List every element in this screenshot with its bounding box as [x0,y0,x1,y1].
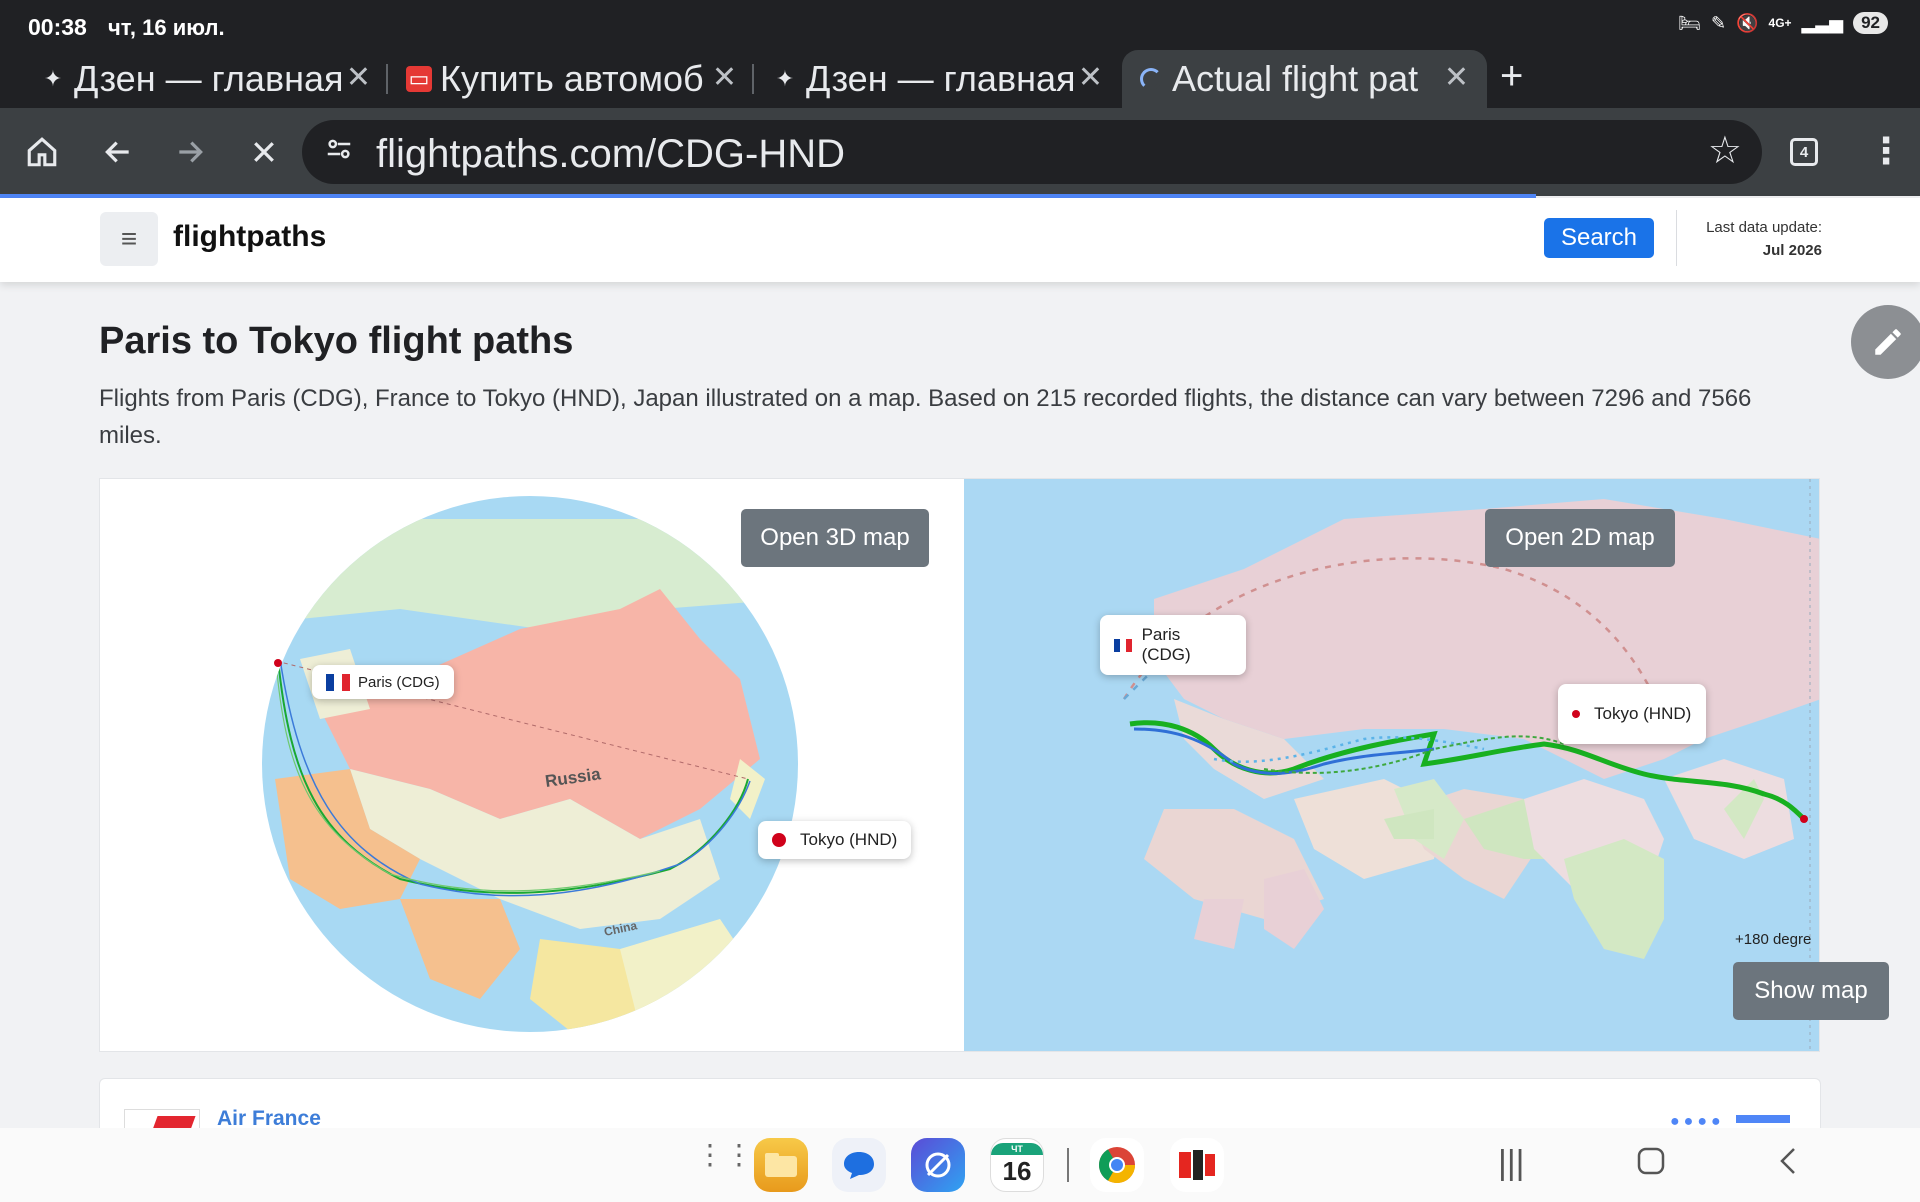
site-logo[interactable]: flightpaths [173,220,326,254]
air-france-logo [124,1109,200,1129]
open-3d-map-button[interactable]: Open 3D map [741,509,929,567]
back-arrow-icon[interactable] [96,130,140,174]
mute-icon: 🔇 [1736,12,1759,33]
paris-callout: Paris (CDG) [312,665,454,699]
close-icon[interactable]: ✕ [712,60,737,95]
bed-icon: 🛏 [1678,12,1702,33]
degree-label: +180 degre [1735,931,1812,948]
paris-dot [274,659,282,667]
pen-icon: ✎ [1711,12,1727,33]
tokyo-label-2d: Tokyo (HND) [1594,704,1692,723]
tokyo-dot [1800,815,1808,823]
new-tab-plus-icon[interactable]: + [1500,54,1523,99]
tokyo-callout: Tokyo (HND) [758,821,912,859]
west-africa-region [1194,899,1244,949]
tab-2[interactable]: ▭ Купить автомоб ✕ [390,50,755,108]
tab-divider [752,64,754,94]
tab-title: Дзен — главная [74,58,342,99]
france-flag-icon [326,673,350,691]
search-button[interactable]: Search [1544,218,1654,258]
more-menu-icon[interactable]: ⋮ [1868,130,1904,172]
map-card: Russia China Paris (CDG) Tokyo (HND) Ope… [99,478,1820,1052]
page-title: Paris to Tokyo flight paths [99,320,574,362]
header-divider [1676,210,1677,266]
browser-app-icon[interactable] [911,1138,965,1192]
home-nav-icon[interactable] [1636,1146,1666,1185]
dock-divider [1067,1148,1069,1182]
sparkle-icon: ✦ [775,66,795,91]
tab-title: Купить автомоб [440,58,704,99]
tab-1[interactable]: ✦ Дзен — главная ✕ [24,50,389,108]
tab-strip: ✦ Дзен — главная ✕ ▭ Купить автомоб ✕ ✦ … [0,50,1920,108]
network-label: 4G+ [1768,16,1792,30]
last-update-label: Last data update: [1706,219,1822,236]
system-icons: 🛏 ✎ 🔇 4G+ ▂▃▅ 92 [1678,12,1888,34]
tab-4-active[interactable]: Actual flight pat ✕ [1122,50,1487,108]
tokyo-label: Tokyo (HND) [800,830,898,849]
yandex-app-icon[interactable] [1170,1138,1224,1192]
close-icon[interactable]: ✕ [1444,60,1469,95]
messages-app-icon[interactable] [832,1138,886,1192]
car-icon: ▭ [406,66,432,92]
battery-indicator: 92 [1853,12,1888,34]
url-text[interactable]: flightpaths.com/CDG-HND [376,132,845,177]
hamburger-menu-icon[interactable]: ≡ [100,212,158,266]
tab-divider [386,64,388,94]
signal-icon: ▂▃▅ [1801,12,1844,33]
airline-bar [1736,1115,1790,1123]
status-date: чт, 16 июл. [108,15,225,40]
calendar-app-icon[interactable]: ЧТ 16 [990,1138,1044,1192]
flat-map-svg [1122,479,1819,1051]
address-bar[interactable]: flightpaths.com/CDG-HND ☆ [302,120,1762,184]
flat-map[interactable]: Paris (CDG) Tokyo (HND) Open 2D map +180… [964,479,1819,1051]
paris-label-2d: Paris (CDG) [1141,625,1191,664]
india-region [1564,839,1664,959]
page-description: Flights from Paris (CDG), France to Toky… [99,385,1752,449]
sparkle-icon: ✦ [43,66,63,91]
calendar-weekday: ЧТ [991,1143,1043,1155]
open-2d-map-button[interactable]: Open 2D map [1485,509,1675,567]
last-data-update: Last data update: Jul 2026 [1700,216,1822,262]
loading-spinner-icon [1138,66,1164,92]
globe-map[interactable]: Russia China Paris (CDG) Tokyo (HND) Ope… [100,479,960,1051]
browser-toolbar: flightpaths.com/CDG-HND ☆ 4 ⋮ [0,108,1920,196]
bookmark-star-icon[interactable]: ☆ [1708,128,1742,173]
tokyo-callout-2d: Tokyo (HND) [1558,684,1706,744]
close-icon[interactable]: ✕ [1078,60,1103,95]
site-settings-icon[interactable] [324,134,354,171]
paris-callout-2d: Paris (CDG) [1100,615,1246,675]
forward-arrow-icon[interactable] [168,130,212,174]
android-navigation-bar: ⋮⋮⋮ ЧТ 16 ||| [0,1128,1920,1202]
close-icon[interactable]: ✕ [346,60,371,95]
status-time: 00:38 [28,14,87,40]
tab-title: Дзен — главная [806,58,1074,99]
tab-title: Actual flight pat [1172,58,1419,99]
recent-apps-icon[interactable]: ||| [1498,1144,1525,1183]
airline-card[interactable]: Air France ●●●● [99,1078,1821,1130]
site-header: ≡ flightpaths Search Last data update: J… [0,198,1920,282]
home-icon[interactable] [20,130,64,174]
files-app-icon[interactable] [754,1138,808,1192]
show-map-button[interactable]: Show map [1733,962,1889,1020]
tab-switcher-button[interactable]: 4 [1790,138,1818,166]
last-update-value: Jul 2026 [1762,242,1822,259]
tab-3[interactable]: ✦ Дзен — главная ✕ [756,50,1121,108]
chrome-app-icon[interactable] [1090,1138,1144,1192]
stop-loading-icon[interactable] [242,130,286,174]
edit-pencil-icon[interactable] [1851,305,1920,379]
back-nav-icon[interactable] [1776,1146,1800,1185]
japan-dot-icon [772,833,786,847]
status-bar: 00:38 чт, 16 июл. 🛏 ✎ 🔇 4G+ ▂▃▅ 92 [0,0,1920,50]
japan-dot-icon [1572,710,1580,718]
paris-label: Paris (CDG) [358,673,440,691]
calendar-day: 16 [1002,1156,1032,1186]
france-flag-icon [1114,638,1132,652]
